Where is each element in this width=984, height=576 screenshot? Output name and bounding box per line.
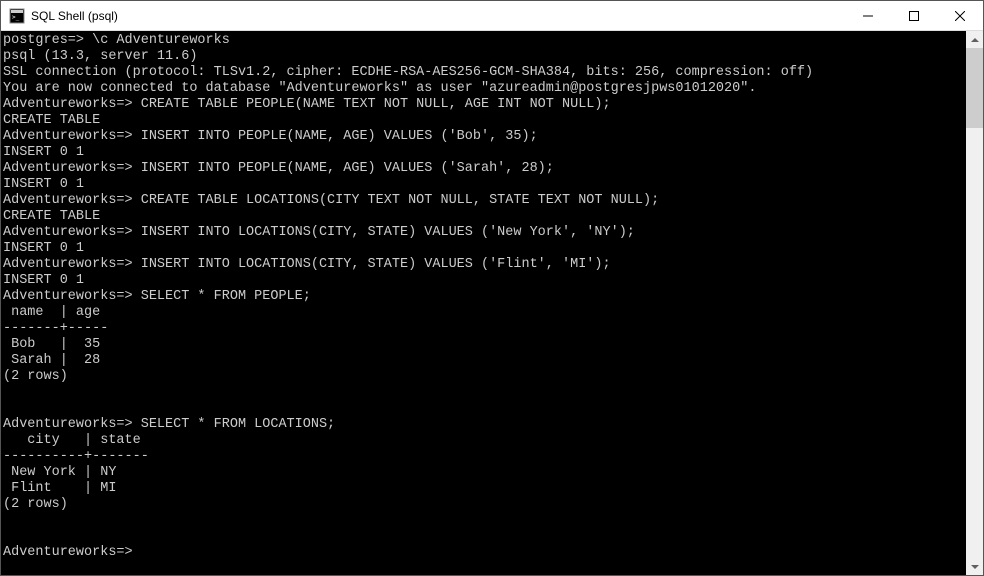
minimize-button[interactable] [845,1,891,30]
window-title: SQL Shell (psql) [31,9,845,23]
titlebar[interactable]: >_ SQL Shell (psql) [1,1,983,31]
vertical-scrollbar[interactable] [966,31,983,575]
terminal-output[interactable]: postgres=> \c Adventureworks psql (13.3,… [1,31,966,575]
app-icon: >_ [9,8,25,24]
scroll-down-arrow[interactable] [966,558,983,575]
scroll-up-arrow[interactable] [966,31,983,48]
window-controls [845,1,983,30]
terminal-area: postgres=> \c Adventureworks psql (13.3,… [1,31,983,575]
scrollbar-thumb[interactable] [966,48,983,128]
svg-text:>_: >_ [12,14,20,21]
app-window: >_ SQL Shell (psql) postgres=> \c Advent… [0,0,984,576]
close-button[interactable] [937,1,983,30]
maximize-button[interactable] [891,1,937,30]
